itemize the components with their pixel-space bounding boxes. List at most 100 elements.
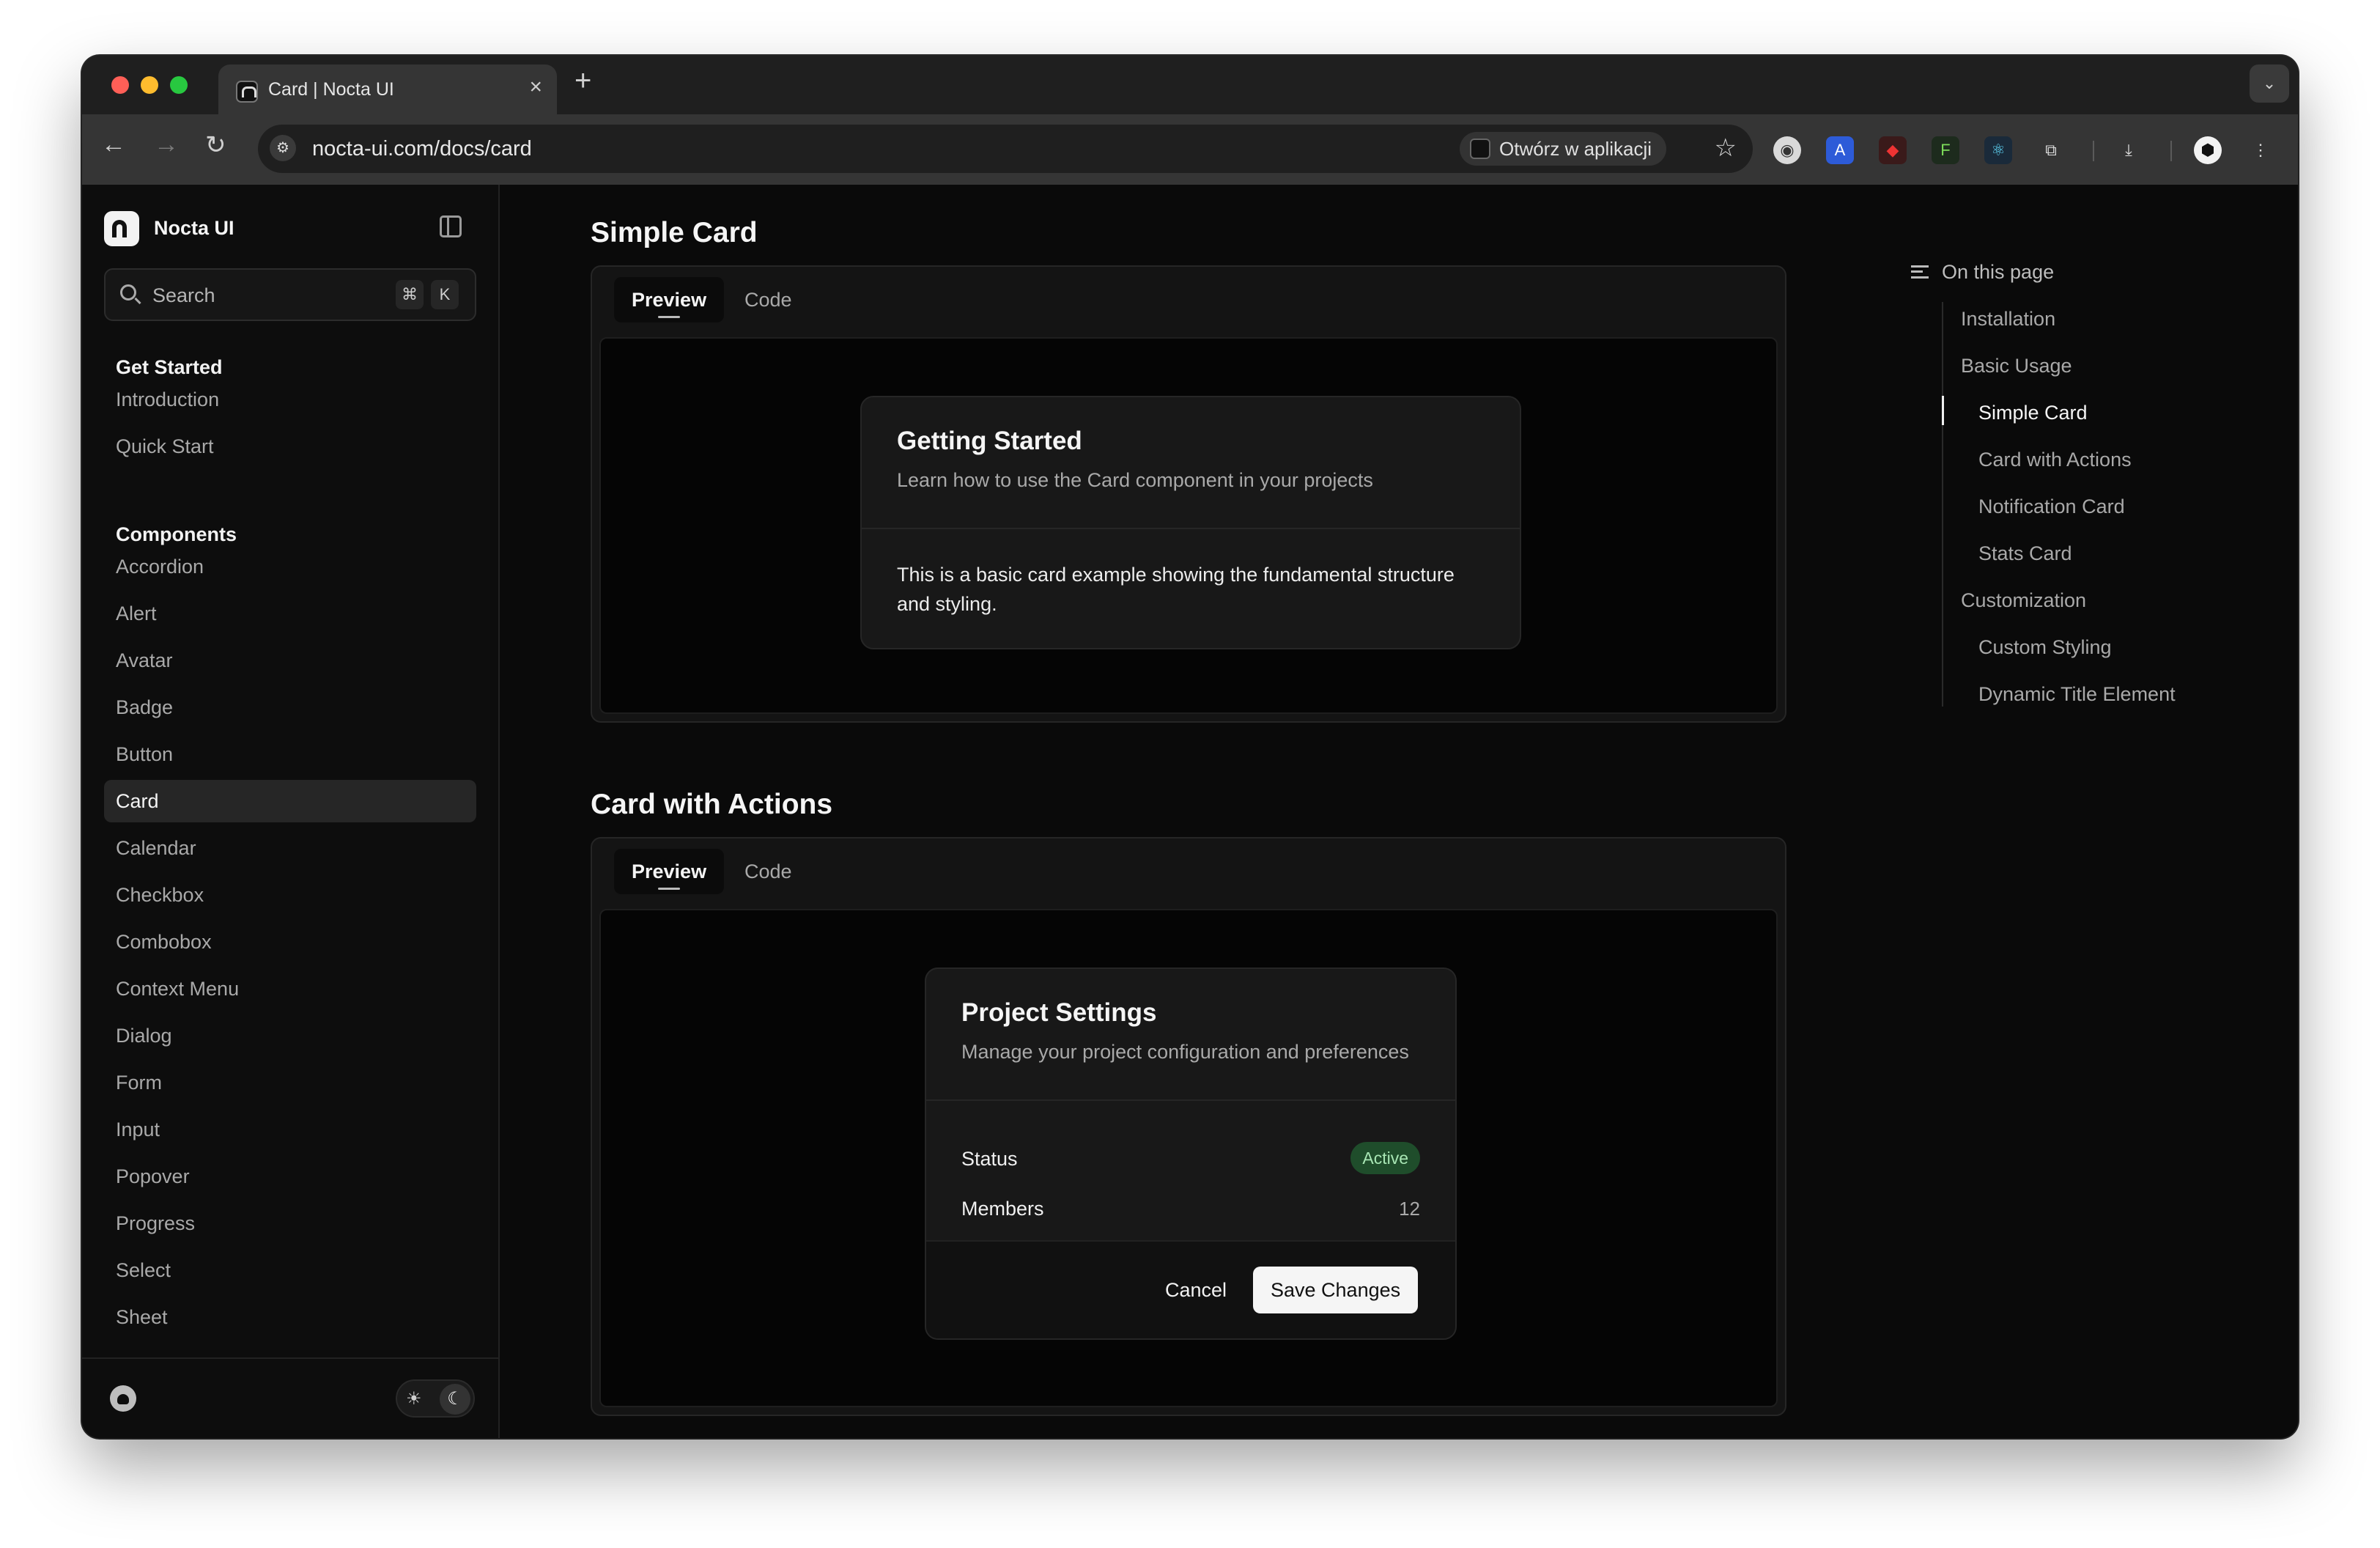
react-devtools-icon[interactable]: ⚛	[1984, 136, 2012, 164]
toolbar-divider	[2170, 141, 2172, 161]
sidebar-footer: ☀ ☾	[82, 1357, 498, 1438]
sidebar-item-calendar[interactable]: Calendar	[104, 827, 476, 869]
account-avatar-icon[interactable]: ⬢	[2194, 136, 2222, 164]
theme-toggle[interactable]: ☀ ☾	[396, 1379, 475, 1418]
preview-stage: Getting Started Learn how to use the Car…	[599, 337, 1778, 714]
moon-icon[interactable]: ☾	[440, 1384, 470, 1415]
tab-preview[interactable]: Preview	[614, 849, 725, 894]
open-in-app-button[interactable]: Otwórz w aplikacji	[1460, 132, 1667, 166]
project-settings-card: Project Settings Manage your project con…	[925, 968, 1457, 1340]
sidebar: Nocta UI Search ⌘ K Get Started Introduc…	[82, 185, 500, 1438]
card-footer: Cancel Save Changes	[926, 1240, 1455, 1338]
toc-item-dynamic-title-element[interactable]: Dynamic Title Element	[1978, 683, 2176, 706]
sidebar-item-card[interactable]: Card	[104, 780, 476, 822]
card-body-line: This is a basic card example showing the…	[897, 564, 1455, 586]
bookmark-star-icon[interactable]: ☆	[1715, 133, 1737, 163]
sidebar-item-accordion[interactable]: Accordion	[104, 545, 476, 588]
zoom-window-button[interactable]	[170, 76, 188, 94]
sidebar-item-quick-start[interactable]: Quick Start	[104, 425, 476, 468]
close-window-button[interactable]	[111, 76, 129, 94]
preview-stage: Project Settings Manage your project con…	[599, 909, 1778, 1407]
sidebar-item-input[interactable]: Input	[104, 1108, 476, 1151]
toolbar-divider	[2093, 141, 2094, 161]
sidebar-item-checkbox[interactable]: Checkbox	[104, 874, 476, 916]
sidebar-item-avatar[interactable]: Avatar	[104, 639, 476, 682]
toc-item-basic-usage[interactable]: Basic Usage	[1961, 355, 2072, 377]
tab-code[interactable]: Code	[727, 849, 810, 894]
more-menu-icon[interactable]: ⋮	[2247, 136, 2274, 164]
save-changes-button[interactable]: Save Changes	[1253, 1267, 1419, 1313]
cancel-button[interactable]: Cancel	[1153, 1267, 1238, 1313]
github-icon[interactable]	[110, 1385, 136, 1412]
sidebar-item-sheet[interactable]: Sheet	[104, 1296, 476, 1338]
search-placeholder: Search	[152, 284, 215, 306]
profile-extension-icon[interactable]: ◉	[1773, 136, 1801, 164]
simple-card-preview-box: Preview Code Getting Started Learn how t…	[591, 265, 1786, 723]
status-label: Status	[961, 1148, 1018, 1170]
members-count: 12	[1399, 1198, 1420, 1220]
card-description: Manage your project configuration and pr…	[961, 1041, 1409, 1063]
search-input[interactable]: Search ⌘ K	[104, 268, 476, 321]
back-arrow-icon[interactable]: ←	[101, 130, 126, 159]
sun-icon[interactable]: ☀	[406, 1388, 422, 1409]
address-bar[interactable]: ⚙ nocta-ui.com/docs/card Otwórz w aplika…	[258, 125, 1753, 173]
shortcut-key: K	[431, 280, 459, 309]
sidebar-collapse-icon[interactable]	[440, 215, 462, 237]
command-key-icon: ⌘	[396, 280, 424, 309]
browser-tab[interactable]: Card | Nocta UI ×	[218, 64, 557, 114]
nocta-logo-icon[interactable]	[104, 211, 139, 246]
card-description: Learn how to use the Card component in y…	[897, 469, 1373, 491]
sidebar-item-alert[interactable]: Alert	[104, 592, 476, 635]
sidebar-item-badge[interactable]: Badge	[104, 686, 476, 729]
section-title-get-started: Get Started	[116, 356, 223, 378]
toc-item-customization[interactable]: Customization	[1961, 589, 2086, 612]
toc-item-stats-card[interactable]: Stats Card	[1978, 542, 2072, 565]
site-settings-icon[interactable]: ⚙	[270, 135, 296, 161]
minimize-window-button[interactable]	[141, 76, 158, 94]
sidebar-item-form[interactable]: Form	[104, 1061, 476, 1104]
card-title: Getting Started	[897, 427, 1082, 455]
tab-bar: Card | Nocta UI × + ⌄	[82, 56, 2298, 114]
list-icon	[1911, 265, 1929, 279]
toc-item-custom-styling[interactable]: Custom Styling	[1978, 636, 2112, 659]
favicon-icon	[236, 81, 258, 103]
sidebar-item-button[interactable]: Button	[104, 733, 476, 775]
toc-item-installation[interactable]: Installation	[1961, 308, 2055, 331]
brand-name[interactable]: Nocta UI	[154, 217, 234, 240]
status-badge: Active	[1350, 1142, 1420, 1174]
extensions-puzzle-icon[interactable]: ⧉	[2037, 136, 2065, 164]
search-icon	[120, 284, 136, 301]
new-tab-icon[interactable]: +	[574, 64, 591, 97]
download-icon[interactable]: ⤓	[2115, 136, 2143, 164]
close-tab-icon[interactable]: ×	[529, 75, 542, 100]
tab-preview[interactable]: Preview	[614, 277, 725, 322]
card-body-line: and styling.	[897, 593, 997, 615]
url-text[interactable]: nocta-ui.com/docs/card	[312, 137, 532, 161]
sidebar-item-select[interactable]: Select	[104, 1249, 476, 1291]
toc-item-simple-card[interactable]: Simple Card	[1978, 402, 2088, 424]
tab-code[interactable]: Code	[727, 277, 810, 322]
sidebar-item-dialog[interactable]: Dialog	[104, 1014, 476, 1057]
reload-icon[interactable]: ↻	[205, 130, 226, 160]
sidebar-item-progress[interactable]: Progress	[104, 1202, 476, 1245]
sidebar-item-context-menu[interactable]: Context Menu	[104, 968, 476, 1010]
translate-extension-icon[interactable]: A	[1826, 136, 1854, 164]
sidebar-item-popover[interactable]: Popover	[104, 1155, 476, 1198]
app-icon	[1470, 139, 1490, 159]
toc-item-card-with-actions[interactable]: Card with Actions	[1978, 449, 2132, 471]
sidebar-item-introduction[interactable]: Introduction	[104, 378, 476, 421]
members-label: Members	[961, 1198, 1044, 1220]
green-extension-icon[interactable]: F	[1932, 136, 1959, 164]
card-divider	[862, 528, 1520, 529]
main-content: Simple Card Preview Code Getting Started…	[500, 185, 2298, 1438]
toc-track	[1942, 302, 1943, 707]
toc-active-indicator	[1942, 396, 1944, 425]
heading-simple-card: Simple Card	[591, 217, 758, 248]
forward-arrow-icon[interactable]: →	[154, 130, 179, 159]
red-extension-icon[interactable]: ◆	[1879, 136, 1907, 164]
tab-search-chevron-icon[interactable]: ⌄	[2250, 64, 2289, 103]
sidebar-item-combobox[interactable]: Combobox	[104, 921, 476, 963]
card-actions-preview-box: Preview Code Project Settings Manage you…	[591, 837, 1786, 1416]
toc-item-notification-card[interactable]: Notification Card	[1978, 495, 2125, 518]
heading-card-with-actions: Card with Actions	[591, 789, 833, 820]
